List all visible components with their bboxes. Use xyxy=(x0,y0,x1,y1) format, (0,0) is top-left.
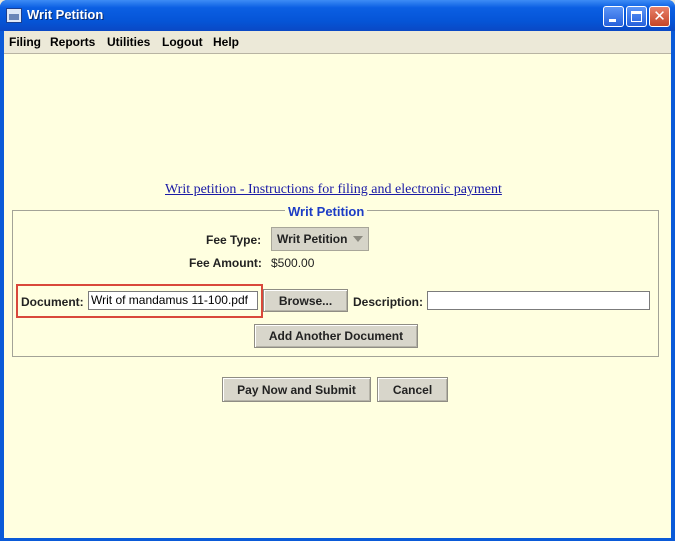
document-label: Document: xyxy=(21,295,84,309)
panel-title: Writ Petition xyxy=(285,204,368,219)
menu-filing[interactable]: Filing xyxy=(9,35,41,49)
add-another-document-button[interactable]: Add Another Document xyxy=(254,324,418,348)
minimize-button[interactable] xyxy=(603,6,624,27)
browse-button[interactable]: Browse... xyxy=(263,289,348,312)
window-title: Writ Petition xyxy=(27,7,104,22)
chevron-down-icon xyxy=(353,236,363,242)
minimize-icon xyxy=(609,19,616,22)
menu-help[interactable]: Help xyxy=(213,35,239,49)
fee-type-label: Fee Type: xyxy=(206,233,262,247)
pay-now-submit-button[interactable]: Pay Now and Submit xyxy=(222,377,371,402)
fee-type-selected: Writ Petition xyxy=(277,232,348,246)
fee-amount-label: Fee Amount: xyxy=(189,256,262,270)
cancel-button[interactable]: Cancel xyxy=(377,377,448,402)
instructions-link[interactable]: Writ petition - Instructions for filing … xyxy=(165,182,502,198)
title-bar[interactable]: Writ Petition ✕ xyxy=(0,0,675,31)
fee-type-select[interactable]: Writ Petition xyxy=(271,227,369,251)
document-field[interactable]: Writ of mandamus 11-100.pdf xyxy=(88,291,258,310)
menu-logout[interactable]: Logout xyxy=(162,35,203,49)
menu-reports[interactable]: Reports xyxy=(50,35,95,49)
maximize-button[interactable] xyxy=(626,6,647,27)
app-window: Writ Petition ✕ Filing Reports Utilities… xyxy=(0,0,675,541)
close-button[interactable]: ✕ xyxy=(649,6,670,27)
app-icon xyxy=(6,8,22,23)
description-label: Description: xyxy=(353,295,424,309)
menu-utilities[interactable]: Utilities xyxy=(107,35,150,49)
menu-bar: Filing Reports Utilities Logout Help xyxy=(4,31,671,54)
content-area: Writ petition - Instructions for filing … xyxy=(4,54,671,538)
maximize-icon xyxy=(631,11,642,22)
close-icon: ✕ xyxy=(653,7,666,25)
description-field[interactable] xyxy=(427,291,650,310)
fee-amount-value: $500.00 xyxy=(271,256,315,270)
